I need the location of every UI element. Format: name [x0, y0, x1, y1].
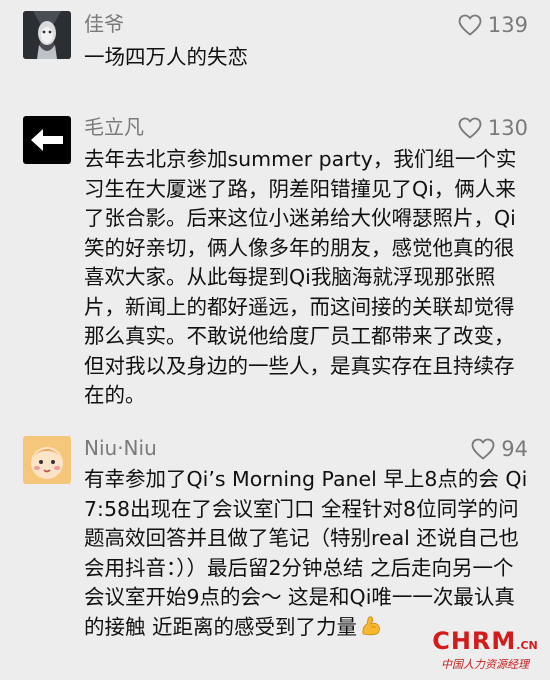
- avatar[interactable]: [23, 11, 71, 59]
- comment-author[interactable]: Niu·Niu: [84, 434, 157, 462]
- heart-icon: [471, 438, 495, 460]
- comment-author[interactable]: 毛立凡: [84, 113, 144, 141]
- like-count: 139: [487, 13, 528, 37]
- heart-icon: [458, 117, 482, 139]
- like-button[interactable]: 94: [471, 435, 528, 463]
- comment-text: 去年去北京参加summer party，我们组一个实习生在大厦迷了路，阴差阳错撞…: [84, 147, 517, 407]
- flexed-biceps-emoji-icon: [362, 615, 380, 635]
- dark-portrait-avatar-icon: [23, 11, 71, 59]
- like-button[interactable]: 139: [458, 11, 528, 39]
- like-count: 130: [487, 116, 528, 140]
- avatar[interactable]: [23, 436, 71, 484]
- avatar[interactable]: [23, 116, 71, 164]
- heart-icon: [458, 14, 482, 36]
- cartoon-baby-avatar-icon: [23, 436, 71, 484]
- comment-list: 佳爷 139 一场四万人的失恋 毛立凡 130 去年去北京参加summer pa…: [0, 0, 550, 680]
- left-arrow-avatar-icon: [23, 116, 71, 164]
- like-button[interactable]: 130: [458, 114, 528, 142]
- watermark-tagline: 中国人力资源经理: [441, 658, 529, 671]
- watermark-suffix: .CN: [516, 639, 538, 652]
- watermark-brand: CHRM: [432, 627, 517, 655]
- like-count: 94: [501, 437, 528, 461]
- comment-text: 有幸参加了Qi’s Morning Panel 早上8点的会 Qi 7:58出现…: [84, 465, 530, 642]
- comment-text: 一场四万人的失恋: [84, 45, 248, 69]
- chrm-watermark-logo: CHRM.CN 中国人力资源经理: [430, 629, 540, 672]
- comment-text-content: 有幸参加了Qi’s Morning Panel 早上8点的会 Qi 7:58出现…: [84, 467, 528, 639]
- comment-author[interactable]: 佳爷: [84, 10, 124, 38]
